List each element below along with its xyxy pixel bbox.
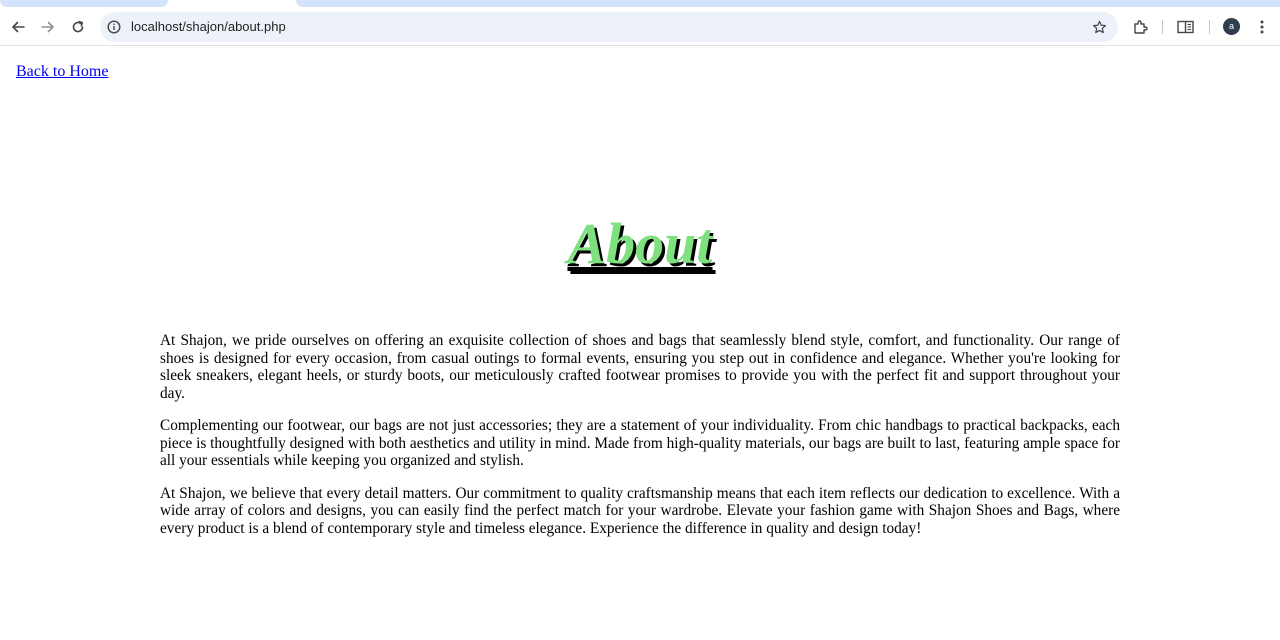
page-title: About [567, 211, 713, 276]
arrow-left-icon[interactable] [7, 16, 29, 38]
reading-mode-icon[interactable] [1174, 16, 1196, 38]
about-paragraph: Complementing our footwear, our bags are… [160, 417, 1120, 469]
page-viewport: Back to Home About At Shajon, we pride o… [0, 47, 1280, 640]
profile-avatar[interactable]: a [1223, 18, 1240, 35]
kebab-menu-icon[interactable] [1251, 16, 1273, 38]
url-text[interactable]: localhost/shajon/about.php [131, 19, 286, 34]
toolbar-divider [1162, 20, 1163, 34]
address-bar[interactable]: localhost/shajon/about.php [100, 12, 1118, 42]
star-icon[interactable] [1090, 18, 1108, 36]
tab-strip [0, 0, 1280, 8]
tab-strip-background [296, 0, 1280, 7]
browser-tab[interactable] [0, 0, 168, 7]
about-paragraph: At Shajon, we believe that every detail … [160, 484, 1120, 537]
puzzle-icon[interactable] [1129, 16, 1151, 38]
about-paragraph: At Shajon, we pride ourselves on offerin… [160, 332, 1120, 402]
arrow-right-icon[interactable] [37, 16, 59, 38]
reload-icon[interactable] [67, 16, 89, 38]
browser-toolbar: localhost/shajon/about.php a [0, 8, 1280, 46]
about-content: At Shajon, we pride ourselves on offerin… [160, 332, 1120, 552]
back-to-home-link[interactable]: Back to Home [16, 63, 108, 81]
info-icon[interactable] [105, 18, 123, 36]
toolbar-divider [1209, 20, 1210, 34]
